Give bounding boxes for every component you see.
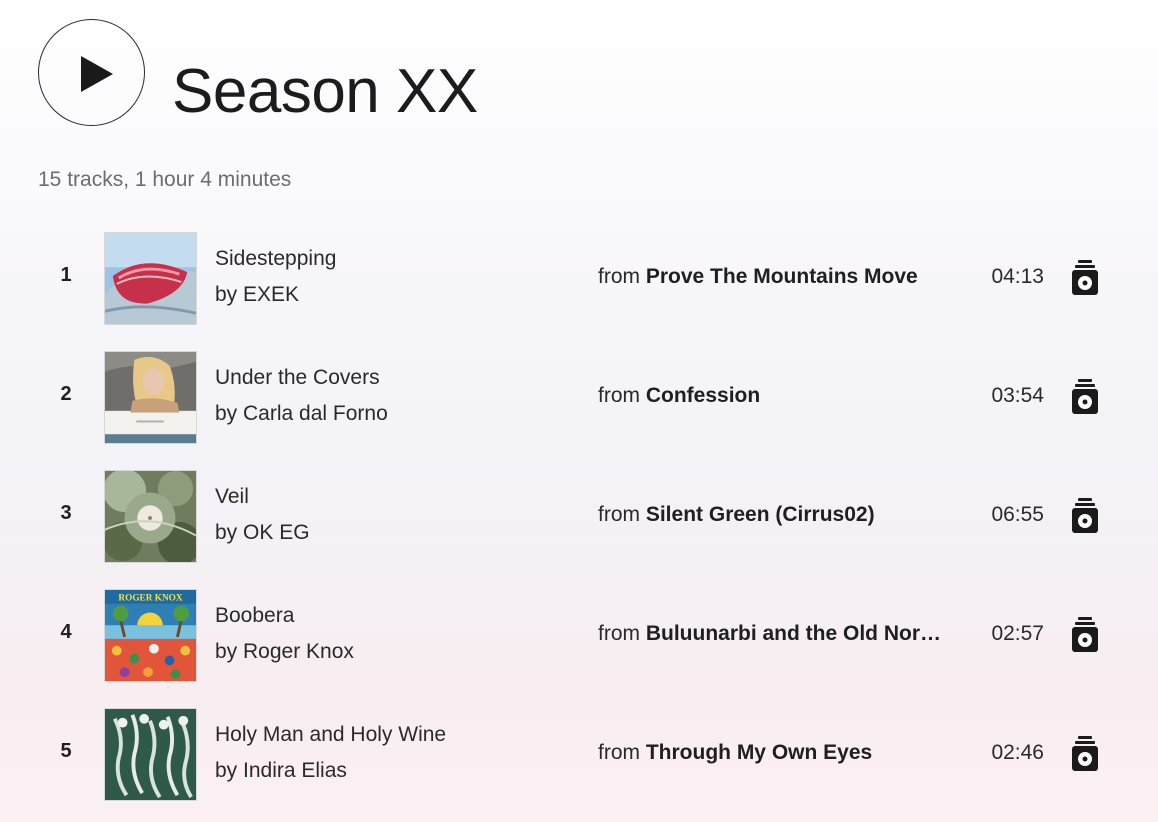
radio-icon (1072, 379, 1098, 414)
track-title[interactable]: Under the Covers (215, 366, 380, 390)
track-duration: 06:55 (991, 503, 1044, 526)
track-artist[interactable]: by Roger Knox (215, 640, 354, 664)
album-art-image (105, 709, 196, 800)
album-prefix: from (598, 384, 640, 407)
track-artist[interactable]: by OK EG (215, 521, 310, 545)
album-name[interactable]: Buluunarbi and the Old Nor… (646, 622, 941, 645)
album-art[interactable] (104, 470, 197, 563)
track-row[interactable]: 4 ROGER KNOX Boobera by Roger Knox from … (0, 586, 1158, 705)
track-album: from Buluunarbi and the Old Nor… (598, 622, 970, 646)
album-prefix: from (598, 622, 640, 645)
track-number: 1 (60, 264, 72, 286)
track-number: 3 (60, 502, 72, 524)
album-name[interactable]: Through My Own Eyes (646, 741, 872, 764)
track-duration: 02:57 (991, 622, 1044, 645)
playlist-summary: 15 tracks, 1 hour 4 minutes (38, 168, 292, 191)
track-row[interactable]: 3 Veil by OK EG from Silent Green (Cirru… (0, 467, 1158, 586)
play-button[interactable] (38, 19, 145, 126)
track-artist[interactable]: by EXEK (215, 283, 299, 307)
track-duration: 03:54 (991, 384, 1044, 407)
album-art-image (105, 471, 196, 562)
track-title[interactable]: Veil (215, 485, 249, 509)
track-title[interactable]: Sidestepping (215, 247, 336, 271)
album-name[interactable]: Confession (646, 384, 760, 407)
track-number: 4 (60, 621, 72, 643)
radio-button[interactable] (1070, 378, 1100, 416)
album-art-text: ROGER KNOX (118, 593, 182, 603)
track-duration: 04:13 (991, 265, 1044, 288)
track-artist[interactable]: by Carla dal Forno (215, 402, 388, 426)
track-row[interactable]: 2 Under the Covers by Carla dal Forno fr… (0, 348, 1158, 467)
play-icon (81, 56, 113, 92)
radio-icon (1072, 736, 1098, 771)
radio-icon (1072, 260, 1098, 295)
album-art[interactable]: ROGER KNOX (104, 589, 197, 682)
album-art-image: ROGER KNOX (105, 590, 196, 681)
track-album: from Prove The Mountains Move (598, 265, 970, 289)
radio-button[interactable] (1070, 497, 1100, 535)
album-art-image (105, 233, 196, 324)
track-list: 1 Sidestepping by EXEK from Prove The Mo… (0, 229, 1158, 822)
track-number: 5 (60, 740, 72, 762)
album-name[interactable]: Prove The Mountains Move (646, 265, 918, 288)
album-art-image (105, 352, 196, 443)
track-title[interactable]: Boobera (215, 604, 294, 628)
track-artist[interactable]: by Indira Elias (215, 759, 347, 783)
track-album: from Silent Green (Cirrus02) (598, 503, 970, 527)
track-number: 2 (60, 383, 72, 405)
track-duration: 02:46 (991, 741, 1044, 764)
album-art[interactable] (104, 232, 197, 325)
album-prefix: from (598, 503, 640, 526)
track-row[interactable]: 1 Sidestepping by EXEK from Prove The Mo… (0, 229, 1158, 348)
radio-button[interactable] (1070, 616, 1100, 654)
radio-icon (1072, 617, 1098, 652)
album-art[interactable] (104, 351, 197, 444)
album-name[interactable]: Silent Green (Cirrus02) (646, 503, 875, 526)
track-album: from Confession (598, 384, 970, 408)
radio-button[interactable] (1070, 259, 1100, 297)
track-title[interactable]: Holy Man and Holy Wine (215, 723, 446, 747)
album-prefix: from (598, 265, 640, 288)
album-art[interactable] (104, 708, 197, 801)
radio-button[interactable] (1070, 735, 1100, 773)
playlist-title: Season XX (172, 57, 478, 126)
track-row[interactable]: 5 Holy Man and Holy Wine by Indira Elias… (0, 705, 1158, 822)
playlist-header: Season XX (38, 19, 738, 129)
album-prefix: from (598, 741, 640, 764)
track-album: from Through My Own Eyes (598, 741, 970, 765)
radio-icon (1072, 498, 1098, 533)
